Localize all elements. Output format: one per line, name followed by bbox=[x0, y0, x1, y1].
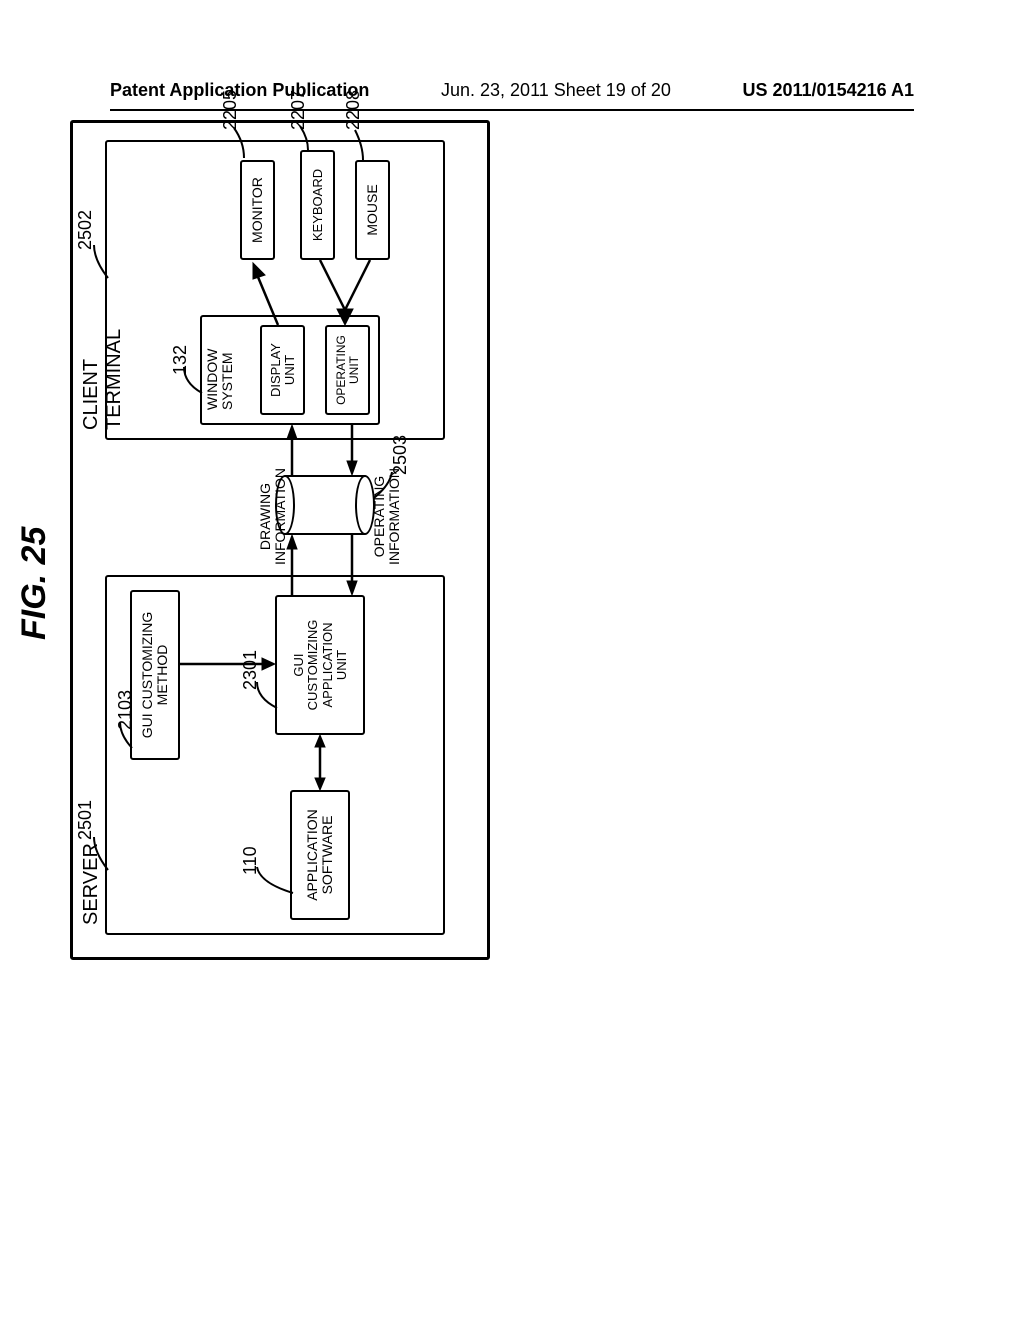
arrow-drawing-to-network bbox=[286, 535, 298, 595]
lead-line-client bbox=[92, 242, 110, 280]
mouse-ref: 2208 bbox=[343, 90, 364, 130]
application-software-box: APPLICATIONSOFTWARE bbox=[290, 790, 350, 920]
network-cylinder bbox=[275, 475, 375, 535]
arrow-operating-to-network bbox=[346, 425, 358, 475]
lead-line-ws bbox=[182, 365, 204, 395]
operating-information-label: OPERATINGINFORMATION bbox=[372, 468, 403, 565]
display-unit-label: DISPLAYUNIT bbox=[268, 343, 297, 397]
client-terminal-label: CLIENT TERMINAL bbox=[80, 270, 126, 430]
mouse-box: MOUSE bbox=[355, 160, 390, 260]
operating-unit-box: OPERATINGUNIT bbox=[325, 325, 370, 415]
lead-line-app bbox=[255, 865, 295, 895]
arrow-gcm-to-gcau bbox=[180, 654, 275, 674]
figure-25: FIG. 25 SERVER 2501 GUI CUSTOMIZINGMETHO… bbox=[50, 270, 950, 990]
arrow-app-gcau bbox=[312, 735, 328, 790]
gui-customizing-method-box: GUI CUSTOMIZINGMETHOD bbox=[130, 590, 180, 760]
operating-unit-label: OPERATINGUNIT bbox=[334, 335, 361, 405]
lead-line-monitor bbox=[232, 126, 246, 160]
lead-line-server bbox=[92, 834, 110, 872]
header-publication-number: US 2011/0154216 A1 bbox=[743, 80, 914, 101]
monitor-box: MONITOR bbox=[240, 160, 275, 260]
monitor-ref: 2205 bbox=[220, 90, 241, 130]
arrow-kb-mouse-to-operating bbox=[315, 255, 380, 325]
gui-customizing-application-unit-label: GUICUSTOMIZINGAPPLICATIONUNIT bbox=[291, 620, 349, 711]
drawing-information-label: DRAWINGINFORMATION bbox=[258, 468, 289, 565]
arrow-network-to-gcau bbox=[346, 535, 358, 595]
keyboard-box: KEYBOARD bbox=[300, 150, 335, 260]
lead-line-mouse bbox=[353, 128, 365, 162]
monitor-label: MONITOR bbox=[249, 177, 265, 243]
window-system-label: WINDOWSYSTEM bbox=[205, 349, 236, 410]
header-date-sheet: Jun. 23, 2011 Sheet 19 of 20 bbox=[441, 80, 671, 101]
keyboard-label: KEYBOARD bbox=[310, 169, 325, 241]
mouse-label: MOUSE bbox=[364, 184, 380, 235]
arrow-display-to-monitor bbox=[250, 260, 280, 325]
gui-customizing-method-label: GUI CUSTOMIZINGMETHOD bbox=[139, 612, 170, 739]
gui-customizing-application-unit-box: GUICUSTOMIZINGAPPLICATIONUNIT bbox=[275, 595, 365, 735]
lead-line-keyboard bbox=[298, 124, 310, 152]
arrow-network-to-display bbox=[286, 425, 298, 475]
lead-line-gcm bbox=[118, 720, 136, 750]
page-header: Patent Application Publication Jun. 23, … bbox=[0, 0, 1024, 101]
figure-title: FIG. 25 bbox=[15, 527, 54, 640]
display-unit-box: DISPLAYUNIT bbox=[260, 325, 305, 415]
application-software-label: APPLICATIONSOFTWARE bbox=[304, 809, 335, 901]
lead-line-gcau bbox=[255, 680, 280, 710]
